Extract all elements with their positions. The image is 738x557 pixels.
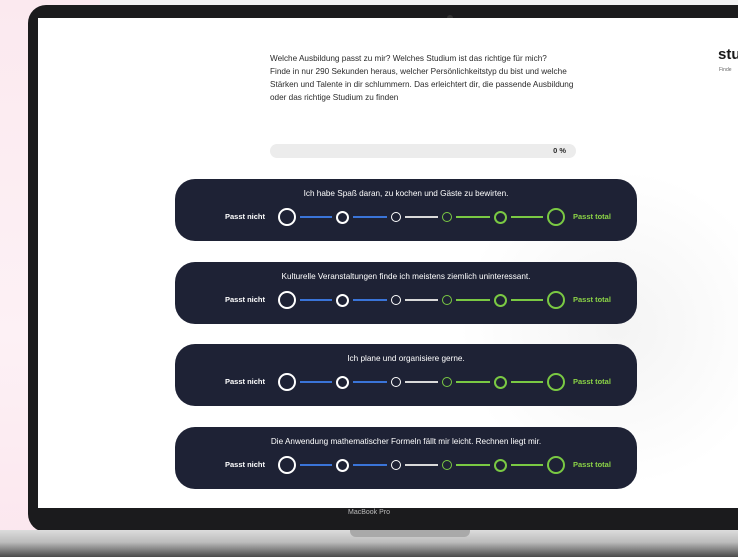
scale-connector [352,216,387,218]
question-card: Die Anwendung mathematischer Formeln fäl… [175,427,637,489]
answer-option-6[interactable] [547,291,565,309]
answer-option-2[interactable] [335,293,349,307]
answer-scale: Passt nicht Passt total [175,370,637,394]
answer-option-1[interactable] [278,373,296,391]
scale-connector [405,381,438,383]
answer-option-1[interactable] [278,291,296,309]
brand-subtitle: Finde [719,67,732,73]
answer-option-2[interactable] [335,375,349,389]
answer-option-3[interactable] [391,295,401,305]
answer-option-6[interactable] [547,456,565,474]
scale-connector [510,381,543,383]
scale-connector [300,299,332,301]
answer-scale: Passt nicht Passt total [175,453,637,477]
scale-label-left: Passt nicht [225,212,266,221]
question-card: Kulturelle Veranstaltungen finde ich mei… [175,262,637,324]
answer-option-5[interactable] [493,458,507,472]
laptop-screen: Welche Ausbildung passt zu mir? Welches … [38,18,738,508]
progress-bar: 0 % [270,144,576,158]
scale-connector [456,216,490,218]
scale-connector [352,381,387,383]
answer-option-1[interactable] [278,456,296,474]
progress-label: 0 % [553,146,566,155]
answer-option-4[interactable] [442,295,452,305]
scale-connector [352,464,387,466]
scale-connector [300,464,332,466]
scale-label-right: Passt total [573,295,611,304]
scale-connector [405,216,438,218]
scale-connector [456,299,490,301]
intro-description: Finde in nur 290 Sekunden heraus, welche… [270,67,574,102]
answer-option-5[interactable] [493,293,507,307]
answer-option-6[interactable] [547,208,565,226]
scale-label-right: Passt total [573,212,611,221]
answer-option-6[interactable] [547,373,565,391]
scale-label-left: Passt nicht [225,295,266,304]
question-text: Ich plane und organisiere gerne. [347,354,465,363]
answer-option-3[interactable] [391,212,401,222]
laptop-notch [350,530,470,537]
scale-connector [405,464,438,466]
answer-option-1[interactable] [278,208,296,226]
scale-connector [352,299,387,301]
scale-connector [510,299,543,301]
answer-option-2[interactable] [335,458,349,472]
scale-label-right: Passt total [573,460,611,469]
answer-option-5[interactable] [493,375,507,389]
answer-option-4[interactable] [442,460,452,470]
scale-connector [456,381,490,383]
answer-option-5[interactable] [493,210,507,224]
scale-connector [300,216,332,218]
answer-option-3[interactable] [391,377,401,387]
question-text: Die Anwendung mathematischer Formeln fäl… [270,437,542,446]
scale-connector [456,464,490,466]
scale-connector [300,381,332,383]
answer-option-4[interactable] [442,212,452,222]
scale-connector [405,299,438,301]
answer-option-2[interactable] [335,210,349,224]
question-card: Ich plane und organisiere gerne. Passt ni… [175,344,637,406]
answer-scale: Passt nicht Passt total [175,288,637,312]
scale-label-left: Passt nicht [225,377,266,386]
scale-label-right: Passt total [573,377,611,386]
question-text: Ich habe Spaß daran, zu kochen und Gäste… [303,189,509,198]
intro-headline: Welche Ausbildung passt zu mir? Welches … [270,54,547,63]
scale-connector [510,216,543,218]
scale-connector [510,464,543,466]
brand-name: stu [718,46,738,63]
question-text: Kulturelle Veranstaltungen finde ich mei… [281,272,531,281]
question-card: Ich habe Spaß daran, zu kochen und Gäste… [175,179,637,241]
intro-text: Welche Ausbildung passt zu mir? Welches … [270,52,580,104]
answer-option-3[interactable] [391,460,401,470]
answer-option-4[interactable] [442,377,452,387]
device-label: MacBook Pro [347,509,391,516]
answer-scale: Passt nicht Passt total [175,205,637,229]
scale-label-left: Passt nicht [225,460,266,469]
